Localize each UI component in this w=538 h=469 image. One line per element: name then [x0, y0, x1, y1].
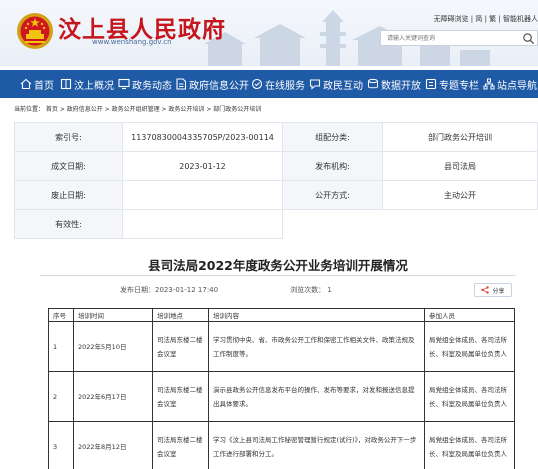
- book-icon: [60, 78, 72, 90]
- category-label: 组配分类:: [282, 122, 383, 152]
- nav-label: 站点导航: [497, 80, 537, 92]
- sitemap-icon: [483, 78, 495, 90]
- nav-item-news[interactable]: 政务动态: [118, 70, 172, 98]
- row-number: 3: [48, 421, 74, 469]
- publish-info: 发布日期：2023-01-12 17:40 浏览次数： 1: [120, 285, 404, 295]
- nav-item-open-data[interactable]: 数据开放: [367, 70, 421, 98]
- nav-item-disclosure[interactable]: 政府信息公开: [175, 70, 249, 98]
- title-divider: [40, 275, 516, 276]
- training-place: 司法局东楼二楼会议室: [152, 371, 209, 422]
- nav-item-interaction[interactable]: 政民互动: [309, 70, 363, 98]
- row-number: 2: [48, 371, 74, 422]
- empty-cell: [383, 210, 538, 239]
- training-table: 序号 培训时间 培训地点 培训内容 参加人员 1 2022年5月10日 司法局东…: [48, 308, 515, 469]
- search-box: [380, 30, 538, 46]
- nav-label: 专题专栏: [439, 80, 479, 92]
- column-header: 培训时间: [73, 308, 153, 322]
- training-time: 2022年8月12日: [73, 421, 153, 469]
- meta-row: 废止日期: 公开方式: 主动公开: [14, 180, 538, 210]
- nav-label: 数据开放: [381, 80, 421, 92]
- home-icon: [20, 78, 32, 90]
- issuer-label: 发布机构:: [282, 151, 383, 181]
- training-content: 学习贯彻中央、省、市政务公开工作和保密工作相关文件、政策法规及工作制度等。: [208, 321, 425, 372]
- article-title: 县司法局2022年度政务公开业务培训开展情况: [148, 258, 408, 273]
- index-value: 11370830004335705P/2023-00114: [122, 122, 283, 152]
- share-icon: [481, 286, 490, 294]
- empty-cell: [283, 210, 383, 239]
- training-content: 学习《汶上县司法局工作秘密管理暂行规定(试行)》，对政务公开下一步工作进行部署和…: [208, 421, 425, 469]
- training-time: 2022年5月10日: [73, 321, 153, 372]
- national-emblem-logo: [17, 13, 53, 49]
- table-row: 3 2022年8月12日 司法局东楼二楼会议室 学习《汶上县司法局工作秘密管理暂…: [48, 421, 515, 469]
- validity-value: [122, 209, 283, 239]
- attendees: 局党组全体成员、各司法所长、科室及局属单位负责人: [424, 421, 515, 469]
- column-header: 培训地点: [152, 308, 209, 322]
- attendees: 局党组全体成员、各司法所长、科室及局属单位负责人: [424, 371, 515, 422]
- document-icon: [176, 78, 187, 90]
- data-icon: [368, 78, 378, 89]
- index-label: 索引号:: [14, 122, 123, 152]
- meta-row: 有效性:: [14, 209, 538, 239]
- nav-item-special-column[interactable]: 专题专栏: [425, 70, 479, 98]
- nav-label: 政民互动: [323, 80, 363, 92]
- date-label: 成文日期:: [14, 151, 123, 181]
- search-icon[interactable]: [522, 32, 535, 45]
- service-icon: [251, 78, 263, 90]
- nav-item-overview[interactable]: 汶上概况: [60, 70, 114, 98]
- site-header: 汶上县人民政府 www.wenshang.gov.cn 无障碍浏览 | 简 | …: [0, 0, 538, 66]
- nav-label: 在线服务: [265, 80, 305, 92]
- disclosure-mode-value: 主动公开: [382, 180, 538, 210]
- search-input[interactable]: [381, 31, 517, 45]
- column-header: 参加人员: [424, 308, 515, 322]
- training-content: 演示县政务公开信息发布平台的操作、发布等要求，对发和报送信息提出具体要求。: [208, 371, 425, 422]
- training-place: 司法局东楼二楼会议室: [152, 421, 209, 469]
- disclosure-mode-label: 公开方式:: [282, 180, 383, 210]
- meta-row: 成文日期: 2023-01-12 发布机构: 县司法局: [14, 151, 538, 181]
- document-meta-table: 索引号: 11370830004335705P/2023-00114 组配分类:…: [14, 122, 538, 239]
- row-number: 1: [48, 321, 74, 372]
- share-button[interactable]: 分享: [474, 283, 512, 297]
- issuer-value: 县司法局: [382, 151, 538, 181]
- abolish-date-value: [122, 180, 283, 210]
- table-header-row: 序号 培训时间 培训地点 培训内容 参加人员: [48, 308, 515, 322]
- monitor-icon: [118, 78, 130, 90]
- training-time: 2022年6月17日: [73, 371, 153, 422]
- main-nav: 首页 汶上概况 政务动态 政府信息公开 在线服务 政民互动 数据开放 专题专栏 …: [0, 70, 538, 98]
- publish-date: 发布日期：2023-01-12 17:40: [120, 286, 219, 294]
- site-url: www.wenshang.gov.cn: [92, 38, 172, 46]
- column-header: 培训内容: [208, 308, 425, 322]
- date-value: 2023-01-12: [122, 151, 283, 181]
- accessibility-links[interactable]: 无障碍浏览 | 简 | 繁 | 智能机器人: [434, 14, 538, 24]
- category-value: 部门政务公开培训: [382, 122, 538, 152]
- share-label: 分享: [492, 287, 505, 295]
- nav-label: 汶上概况: [74, 80, 114, 92]
- table-row: 1 2022年5月10日 司法局东楼二楼会议室 学习贯彻中央、省、市政务公开工作…: [48, 321, 515, 372]
- breadcrumb[interactable]: 当前位置： 首页 > 政府信息公开 > 政务公开组织管理 > 政务公开培训 > …: [14, 104, 261, 113]
- nav-item-home[interactable]: 首页: [20, 70, 54, 98]
- view-count: 浏览次数： 1: [290, 286, 332, 294]
- column-icon: [425, 78, 437, 90]
- validity-label: 有效性:: [14, 209, 123, 239]
- meta-row: 索引号: 11370830004335705P/2023-00114 组配分类:…: [14, 122, 538, 152]
- nav-label: 政府信息公开: [189, 80, 249, 92]
- table-row: 2 2022年6月17日 司法局东楼二楼会议室 演示县政务公开信息发布平台的操作…: [48, 371, 515, 422]
- nav-item-sitemap[interactable]: 站点导航: [483, 70, 537, 98]
- nav-label: 首页: [34, 80, 54, 92]
- chat-icon: [309, 79, 321, 90]
- attendees: 局党组全体成员、各司法所长、科室及局属单位负责人: [424, 321, 515, 372]
- training-place: 司法局东楼二楼会议室: [152, 321, 209, 372]
- nav-item-online-service[interactable]: 在线服务: [251, 70, 305, 98]
- abolish-date-label: 废止日期:: [14, 180, 123, 210]
- column-header: 序号: [48, 308, 74, 322]
- nav-label: 政务动态: [132, 80, 172, 92]
